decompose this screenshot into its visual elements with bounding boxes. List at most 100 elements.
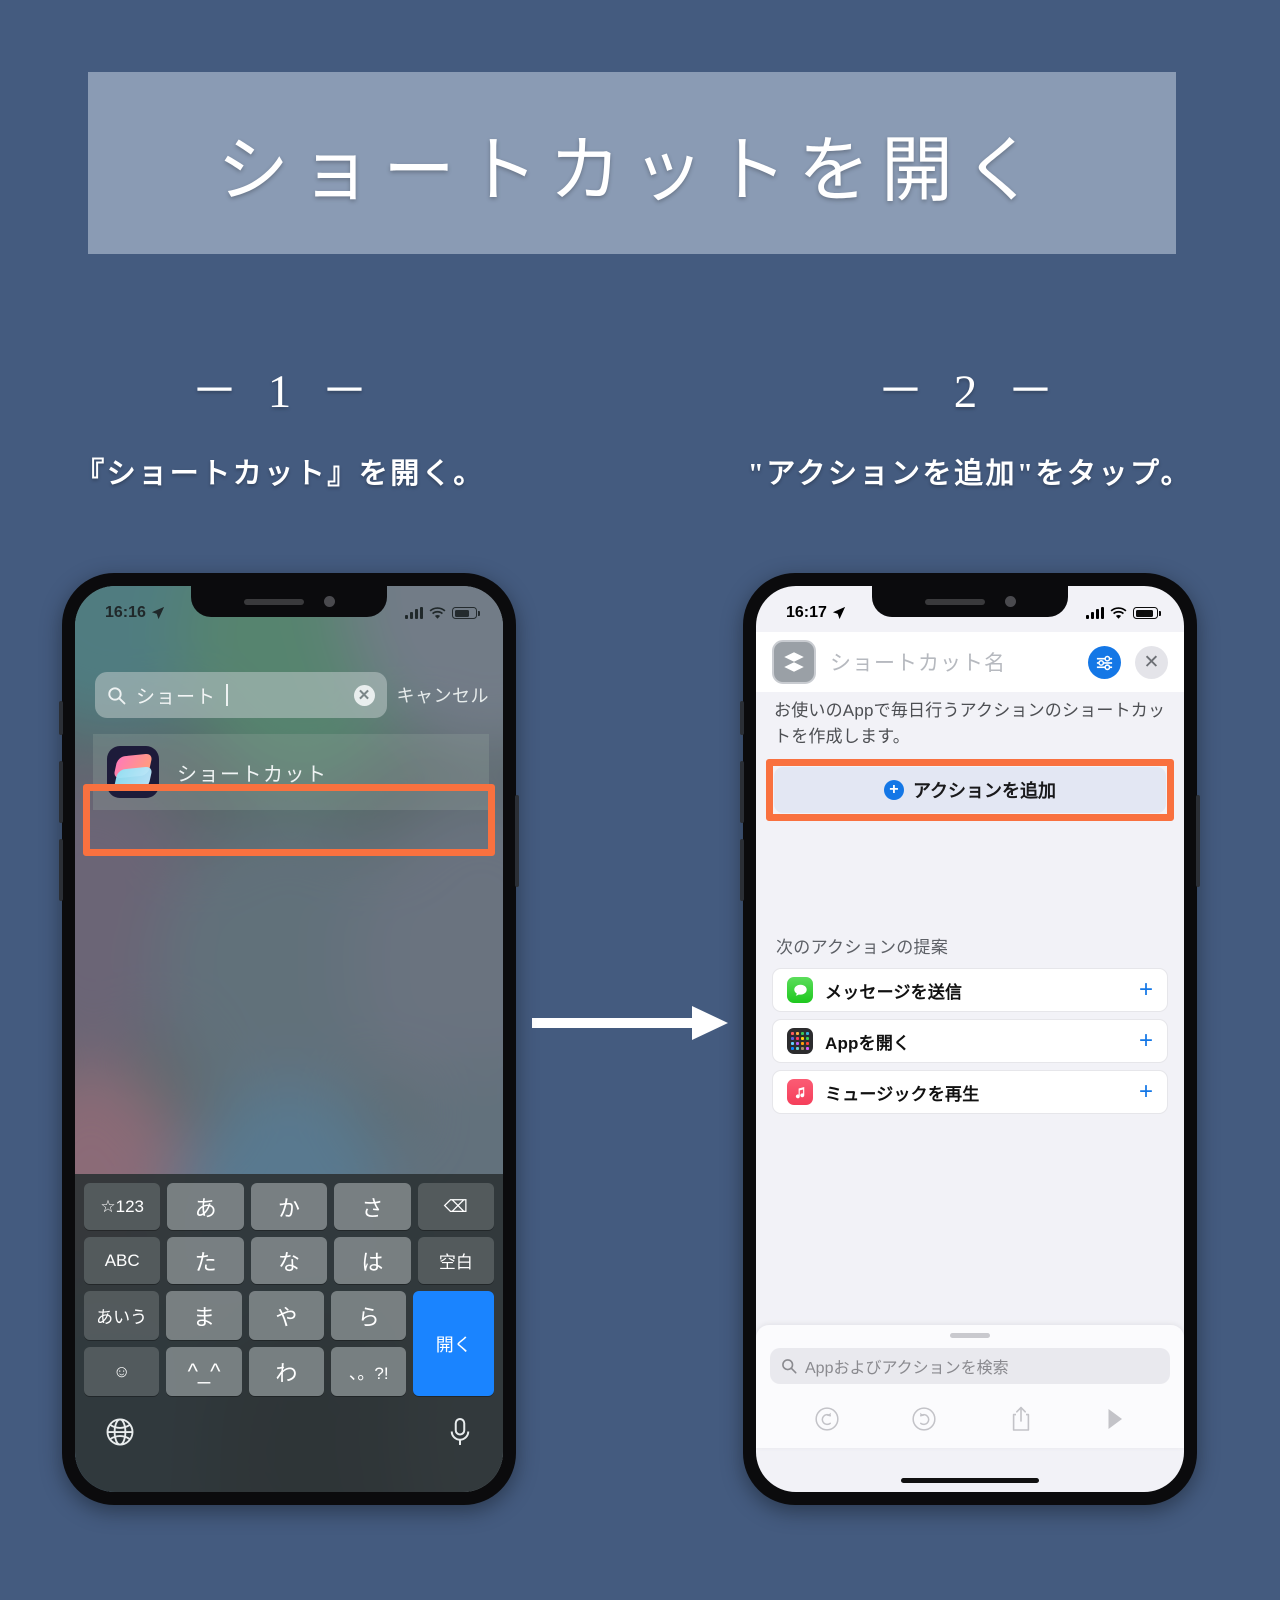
search-result-label: ショートカット [177,763,328,786]
editor-toolbar [756,1390,1184,1448]
shortcuts-app-icon [107,746,159,798]
mute-switch-2[interactable] [740,701,744,735]
open-app-icon [787,1028,813,1054]
key-ra[interactable]: ら [331,1291,407,1340]
wifi-icon [1110,606,1127,619]
share-icon[interactable] [1009,1406,1033,1432]
shortcut-header: ショートカット名 ✕ [756,632,1184,692]
plus-circle-icon: + [883,780,904,800]
add-action-label: アクションを追加 [912,781,1057,801]
battery-icon [1133,607,1161,619]
volume-down-button[interactable] [59,839,63,901]
title-banner: ショートカットを開く [88,72,1176,254]
list-item[interactable]: ミュージックを再生 + [772,1070,1168,1114]
add-suggestion-button[interactable]: + [1139,978,1153,1002]
step-1-caption: 『ショートカット』を開く。 [75,458,485,490]
spotlight-search-row: ショート ✕ キャンセル [95,672,489,718]
location-arrow-icon [151,606,165,620]
flow-arrow-icon [532,1006,728,1040]
key-ma[interactable]: ま [166,1291,242,1340]
search-input[interactable]: ショート ✕ [95,672,387,718]
key-open[interactable]: 開く [413,1291,494,1396]
shortcut-name-input[interactable]: ショートカット名 [830,647,1074,677]
search-result-row[interactable]: ショートカット [93,734,489,810]
play-icon[interactable] [1104,1407,1126,1431]
add-suggestion-button[interactable]: + [1139,1029,1153,1053]
kana-keyboard: ☆123 あ か さ ⌫ ABC た な は 空白 あいう ま や ら ☺ ^_… [75,1174,503,1492]
messages-app-icon [787,977,813,1003]
search-icon [782,1359,797,1374]
phone-2-screen: 16:17 ショートカット名 ✕ お使いのAppで毎日行うアクションのショートカ… [756,586,1184,1492]
phone-1-device: 16:16 ショート ✕ キャンセル ショートカット ☆123 あ か さ ⌫ … [59,573,519,1505]
mute-switch[interactable] [59,701,63,735]
battery-icon [452,607,480,619]
page-title: ショートカットを開く [216,130,1047,211]
speaker-grill [924,598,985,605]
wifi-icon [429,606,446,619]
suggestions-list: メッセージを送信 + Appを開く + ミュージックを再生 + [772,968,1168,1121]
action-search-placeholder: Appおよびアクションを検索 [805,1360,1009,1377]
add-suggestion-button[interactable]: + [1139,1080,1153,1104]
status-time: 16:16 [105,604,146,621]
search-icon [108,686,126,704]
cancel-button[interactable]: キャンセル [397,682,490,708]
key-ka[interactable]: か [250,1183,328,1230]
key-space[interactable]: 空白 [417,1237,495,1284]
power-button-2[interactable] [1196,795,1200,887]
key-backspace[interactable]: ⌫ [417,1183,495,1230]
suggestions-title: 次のアクションの提案 [776,938,949,957]
key-punctuation[interactable]: 、。?! [331,1347,407,1396]
action-search-input[interactable]: Appおよびアクションを検索 [770,1348,1170,1384]
undo-icon[interactable] [814,1406,840,1432]
shortcut-layers-icon[interactable] [772,640,816,684]
key-ha[interactable]: は [334,1237,411,1284]
list-item-label: Appを開く [825,1033,911,1053]
home-indicator [901,1478,1039,1483]
search-input-value: ショート [136,686,217,708]
redo-icon[interactable] [911,1406,937,1432]
step-2-number: － 2 － [877,366,1063,418]
key-symbols[interactable]: ☆123 [84,1183,161,1230]
list-item-label: ミュージックを再生 [825,1084,980,1104]
status-time-2: 16:17 [786,604,827,621]
location-arrow-icon [832,606,846,620]
notch [191,586,387,617]
front-camera [323,596,335,607]
power-button[interactable] [515,795,519,887]
cellular-bars-icon [1086,607,1104,619]
key-abc[interactable]: ABC [84,1237,161,1284]
microphone-icon[interactable] [447,1417,473,1447]
sheet-grabber[interactable] [950,1333,990,1338]
key-na[interactable]: な [250,1237,328,1284]
music-app-icon [787,1079,813,1105]
volume-down-button-2[interactable] [740,839,744,901]
action-search-sheet: Appおよびアクションを検索 [756,1325,1184,1448]
list-item[interactable]: メッセージを送信 + [772,968,1168,1012]
globe-icon[interactable] [105,1417,135,1447]
add-action-button[interactable]: + アクションを追加 [774,767,1166,813]
volume-up-button[interactable] [59,761,63,823]
front-camera [1004,596,1016,607]
speaker-grill [243,598,304,605]
key-emoji[interactable]: ☺ [84,1347,160,1396]
key-kaomoji[interactable]: ^_^ [166,1347,242,1396]
phone-2-device: 16:17 ショートカット名 ✕ お使いのAppで毎日行うアクションのショートカ… [740,573,1200,1505]
sliders-icon[interactable] [1088,645,1121,679]
step-1-number: － 1 － [191,366,377,418]
key-wa[interactable]: わ [248,1347,325,1396]
clear-search-button[interactable]: ✕ [353,684,375,706]
close-icon[interactable]: ✕ [1135,645,1168,679]
text-caret [226,684,229,706]
key-aiu[interactable]: あいう [84,1291,160,1340]
list-item[interactable]: Appを開く + [772,1019,1168,1063]
volume-up-button-2[interactable] [740,761,744,823]
key-sa[interactable]: さ [334,1183,411,1230]
step-2-caption: "アクションを追加"をタップ。 [747,458,1193,490]
phone-1-screen: 16:16 ショート ✕ キャンセル ショートカット ☆123 あ か さ ⌫ … [75,586,503,1492]
key-a[interactable]: あ [167,1183,244,1230]
shortcut-description: お使いのAppで毎日行うアクションのショートカットを作成します。 [774,701,1166,747]
cellular-bars-icon [405,607,423,619]
key-ta[interactable]: た [167,1237,244,1284]
list-item-label: メッセージを送信 [825,982,963,1002]
key-ya[interactable]: や [248,1291,325,1340]
